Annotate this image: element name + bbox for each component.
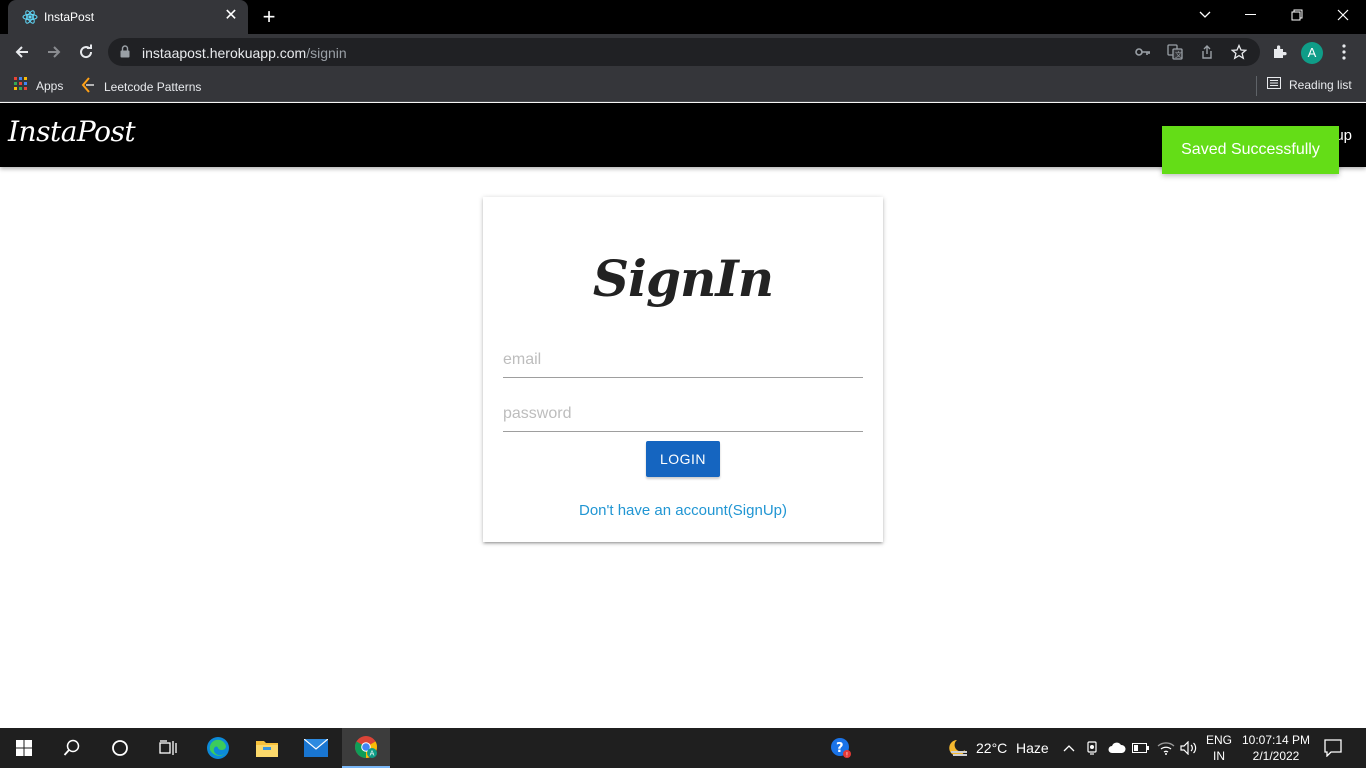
signin-title: SignIn bbox=[592, 249, 774, 308]
back-icon[interactable] bbox=[8, 38, 36, 66]
password-field[interactable] bbox=[503, 396, 863, 432]
profile-avatar[interactable]: A bbox=[1301, 42, 1323, 64]
mail-icon[interactable] bbox=[292, 728, 340, 768]
email-field[interactable] bbox=[503, 342, 863, 378]
brand-logo[interactable]: InstaPost bbox=[8, 115, 136, 148]
input-language[interactable]: ENG IN bbox=[1204, 732, 1234, 764]
minimize-icon[interactable] bbox=[1228, 0, 1274, 30]
bookmark-apps[interactable]: Apps bbox=[14, 77, 63, 94]
clock-date: 2/1/2022 bbox=[1252, 749, 1300, 763]
leetcode-icon bbox=[80, 77, 96, 96]
tab-search-icon[interactable] bbox=[1182, 0, 1228, 30]
clock[interactable]: 10:07:14 PM 2/1/2022 bbox=[1238, 732, 1314, 764]
svg-text:!: ! bbox=[846, 752, 848, 759]
tab-title: InstaPost bbox=[44, 10, 95, 24]
translate-icon[interactable]: 文 bbox=[1166, 44, 1184, 60]
region-code: IN bbox=[1213, 749, 1225, 763]
clock-time: 10:07:14 PM bbox=[1241, 733, 1311, 747]
url-text[interactable]: instaapost.herokuapp.com/signin bbox=[142, 45, 347, 61]
reading-list-button[interactable]: Reading list bbox=[1267, 77, 1352, 92]
apps-grid-icon bbox=[14, 77, 28, 94]
bookmark-leetcode[interactable]: Leetcode Patterns bbox=[80, 77, 201, 96]
weather-desc[interactable]: Haze bbox=[1016, 740, 1049, 756]
tab-close-icon[interactable]: ✕ bbox=[222, 7, 240, 25]
svg-text:?: ? bbox=[836, 741, 844, 756]
bookmarks-divider bbox=[1256, 76, 1257, 96]
bookmark-star-icon[interactable] bbox=[1230, 44, 1248, 60]
volume-icon[interactable] bbox=[1179, 728, 1199, 768]
search-icon[interactable] bbox=[48, 728, 96, 768]
signup-link[interactable]: Don't have an account(SignUp) bbox=[483, 502, 883, 519]
reload-icon[interactable] bbox=[72, 38, 100, 66]
menu-kebab-icon[interactable] bbox=[1332, 40, 1356, 64]
react-icon bbox=[22, 9, 38, 25]
reading-list-icon bbox=[1267, 77, 1281, 92]
signin-card: SignIn LOGIN Don't have an account(SignU… bbox=[483, 197, 883, 542]
windows-taskbar: A ?! 22°C Haze ENG IN 10:07:14 PM 2/1/20… bbox=[0, 728, 1366, 768]
key-icon[interactable] bbox=[1134, 44, 1152, 60]
meet-now-icon[interactable] bbox=[1084, 728, 1102, 768]
browser-tab[interactable]: InstaPost ✕ bbox=[8, 0, 248, 34]
login-button[interactable]: LOGIN bbox=[646, 441, 720, 477]
address-bar[interactable]: instaapost.herokuapp.com/signin 文 bbox=[108, 38, 1260, 66]
svg-text:文: 文 bbox=[1175, 50, 1182, 59]
weather-temp[interactable]: 22°C bbox=[976, 740, 1007, 756]
edge-icon[interactable] bbox=[194, 728, 242, 768]
close-window-icon[interactable] bbox=[1320, 0, 1366, 30]
cortana-icon[interactable] bbox=[96, 728, 144, 768]
help-icon[interactable]: ?! bbox=[826, 728, 856, 768]
weather-moon-icon[interactable] bbox=[944, 728, 972, 768]
reading-list-label: Reading list bbox=[1289, 77, 1352, 92]
browser-toolbar: instaapost.herokuapp.com/signin 文 bbox=[0, 34, 1366, 70]
restore-icon[interactable] bbox=[1274, 0, 1320, 30]
onedrive-cloud-icon[interactable] bbox=[1107, 728, 1127, 768]
bookmark-label: Apps bbox=[36, 78, 64, 93]
wifi-icon[interactable] bbox=[1156, 728, 1176, 768]
forward-icon[interactable] bbox=[40, 38, 68, 66]
share-icon[interactable] bbox=[1198, 44, 1216, 60]
language-code: ENG bbox=[1205, 733, 1232, 747]
chevron-up-icon[interactable] bbox=[1060, 728, 1078, 768]
new-tab-button[interactable]: + bbox=[258, 6, 280, 28]
lock-icon[interactable] bbox=[120, 45, 130, 63]
battery-icon[interactable] bbox=[1131, 728, 1151, 768]
file-explorer-icon[interactable] bbox=[243, 728, 291, 768]
svg-text:A: A bbox=[370, 750, 375, 758]
notification-icon[interactable] bbox=[1318, 728, 1348, 768]
toast-notification: Saved Successfully bbox=[1162, 126, 1339, 174]
task-view-icon[interactable] bbox=[144, 728, 192, 768]
chrome-taskbar-icon[interactable]: A bbox=[342, 728, 390, 768]
browser-tab-strip: InstaPost ✕ + bbox=[0, 0, 1366, 34]
bookmarks-bar: Apps Leetcode Patterns Reading list bbox=[0, 70, 1366, 102]
bookmark-label: Leetcode Patterns bbox=[104, 79, 202, 94]
windows-start-icon[interactable] bbox=[0, 728, 48, 768]
extensions-icon[interactable] bbox=[1268, 40, 1292, 64]
